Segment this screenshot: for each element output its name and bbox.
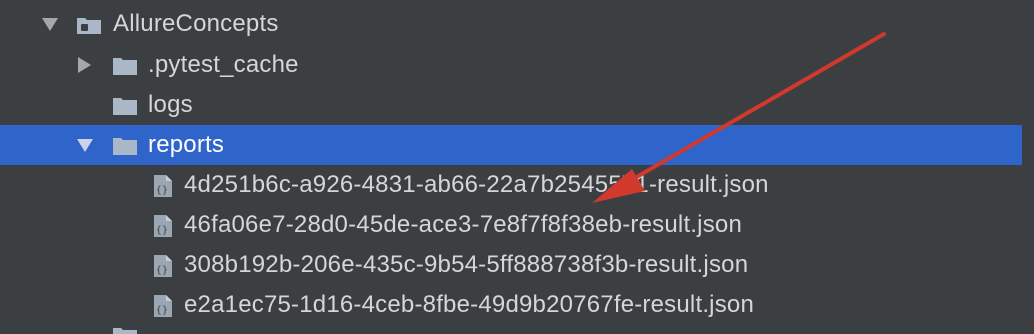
report-file-label: 46fa06e7-28d0-45de-ace3-7e8f7f8f38eb-res… — [184, 211, 743, 238]
tree-label-logs: logs — [148, 91, 193, 118]
chevron-right-icon[interactable] — [78, 57, 91, 73]
tree-row-reports[interactable]: reports — [0, 125, 1022, 165]
chevron-down-icon[interactable] — [42, 18, 58, 31]
json-file-icon: {} — [154, 255, 172, 277]
project-tree: AllureConcepts .pytest_cache logs report… — [0, 0, 1034, 334]
folder-icon — [113, 138, 137, 155]
tree-row-pytest-cache[interactable]: .pytest_cache — [0, 45, 1022, 85]
folder-icon — [113, 328, 137, 334]
svg-text:{}: {} — [156, 265, 168, 276]
tree-label-pytest-cache: .pytest_cache — [148, 51, 299, 78]
folder-icon — [113, 58, 137, 75]
tree-row-report-file[interactable]: {} 308b192b-206e-435c-9b54-5ff888738f3b-… — [0, 245, 1022, 285]
chevron-down-icon[interactable] — [77, 139, 93, 152]
report-file-label: 308b192b-206e-435c-9b54-5ff888738f3b-res… — [184, 251, 749, 278]
report-file-label: 4d251b6c-a926-4831-ab66-22a7b2545571-res… — [184, 171, 769, 198]
json-file-icon: {} — [154, 215, 172, 237]
tree-label-allureconcepts: AllureConcepts — [113, 10, 279, 37]
tree-row-report-file[interactable]: {} e2a1ec75-1d16-4ceb-8fbe-49d9b20767fe-… — [0, 285, 1022, 325]
svg-text:{}: {} — [156, 305, 168, 316]
report-file-label: e2a1ec75-1d16-4ceb-8fbe-49d9b20767fe-res… — [184, 291, 755, 318]
module-folder-icon — [77, 18, 101, 34]
json-file-icon: {} — [154, 295, 172, 317]
tree-row-report-file[interactable]: {} 46fa06e7-28d0-45de-ace3-7e8f7f8f38eb-… — [0, 205, 1022, 245]
tree-label-reports: reports — [148, 131, 225, 158]
tree-row-logs[interactable]: logs — [0, 85, 1022, 125]
tree-row-allureconcepts[interactable]: AllureConcepts — [0, 4, 1022, 44]
tree-row-report-file[interactable]: {} 4d251b6c-a926-4831-ab66-22a7b2545571-… — [0, 165, 1022, 205]
svg-text:{}: {} — [156, 185, 168, 196]
scrollbar-track[interactable] — [1022, 0, 1034, 334]
folder-icon — [113, 98, 137, 115]
svg-text:{}: {} — [156, 225, 168, 236]
json-file-icon: {} — [154, 175, 172, 197]
